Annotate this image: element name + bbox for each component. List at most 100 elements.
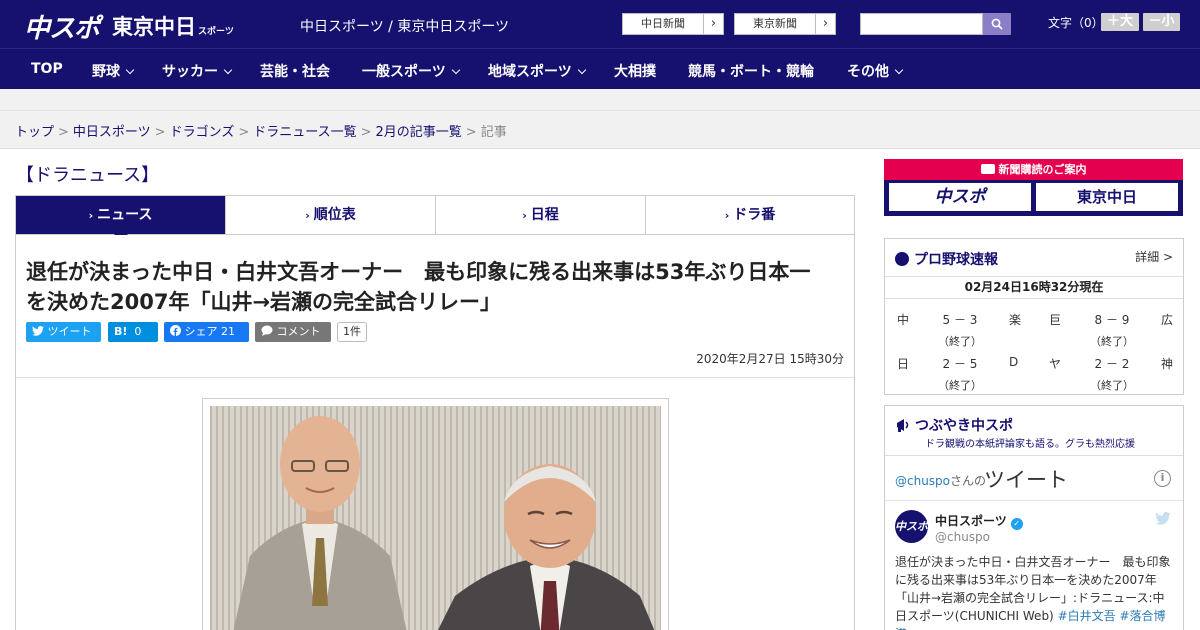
font-smaller-button[interactable]: －小 <box>1143 13 1180 31</box>
twitter-widget: つぶやき中スポ ドラ観戦の本紙評論家も語る。グラも熱烈応援 @chuspoさんの… <box>884 405 1184 630</box>
tab-label: 日程 <box>530 207 559 223</box>
chevron-down-icon <box>223 65 233 75</box>
subscribe-chuspo-logo[interactable]: 中スポ <box>889 183 1031 211</box>
nav-item-baseball[interactable]: 野球 <box>92 61 135 81</box>
breadcrumb-link[interactable]: 中日スポーツ <box>73 125 151 140</box>
chevron-right-icon: › <box>522 209 527 222</box>
baseball-scores-widget: プロ野球速報 詳細 > 02月24日16時32分現在 中 5 － 3 楽 （終了… <box>884 238 1184 395</box>
breadcrumb-separator: > <box>58 125 69 140</box>
game-score[interactable]: ヤ 2 － 2 神 （終了） <box>1037 355 1182 399</box>
baseball-detail-link[interactable]: 詳細 > <box>1135 248 1173 265</box>
breadcrumb-separator: > <box>360 125 372 140</box>
tokyo-shimbun-link[interactable]: 東京新聞 › <box>734 13 836 35</box>
breadcrumb-link[interactable]: トップ <box>15 125 54 140</box>
twitter-widget-title-text: つぶやき中スポ <box>915 418 1013 434</box>
site-title: 中日スポーツ / 東京中日スポーツ <box>300 19 510 35</box>
font-size-label: 文字（0） <box>1048 16 1104 30</box>
tweet-label: ツイート <box>47 325 92 338</box>
tweet-author-handle[interactable]: @chuspo <box>935 530 990 544</box>
nav-item-sumo[interactable]: 大相撲 <box>614 61 656 81</box>
tab-news[interactable]: › ニュース <box>16 196 226 241</box>
main-nav: TOP 野球 サッカー 芸能・社会 一般スポーツ 地域スポーツ 大相撲 競馬・ボ… <box>0 48 1200 89</box>
game-score[interactable]: 日 2 － 5 D （終了） <box>885 355 1030 399</box>
breadcrumb-separator: > <box>238 125 250 140</box>
comment-count-badge[interactable]: 1件 <box>337 322 367 342</box>
nav-item-soccer[interactable]: サッカー <box>162 61 233 81</box>
tokyo-chunichi-logo[interactable]: 東京中日 スポーツ <box>112 11 234 41</box>
article-photo[interactable] <box>210 406 661 630</box>
search-input[interactable] <box>860 13 983 35</box>
baseball-widget-title: プロ野球速報 <box>895 249 998 269</box>
megaphone-icon <box>897 419 909 432</box>
tab-reporter[interactable]: › ドラ番 <box>646 196 854 234</box>
comment-button[interactable]: コメント <box>255 322 331 342</box>
verified-badge-icon: ✓ <box>1010 518 1023 530</box>
facebook-share-button[interactable]: シェア 21 <box>164 322 249 342</box>
tab-schedule[interactable]: › 日程 <box>436 196 646 234</box>
article-date: 2020年2月27日 15時30分 <box>696 352 844 366</box>
facebook-icon <box>170 325 181 336</box>
breadcrumb-separator: > <box>465 125 477 140</box>
article-photo-frame <box>202 398 669 630</box>
hatena-bookmark-button[interactable]: B! 0 <box>108 322 158 342</box>
nav-item-entertainment[interactable]: 芸能・社会 <box>260 61 330 81</box>
tab-standings[interactable]: › 順位表 <box>226 196 436 234</box>
tab-label: 順位表 <box>313 207 356 223</box>
game-score[interactable]: 中 5 － 3 楽 （終了） <box>885 311 1030 355</box>
home-team: ヤ <box>1049 357 1062 371</box>
tab-label: ニュース <box>97 207 153 223</box>
tweet-author-name[interactable]: 中日スポーツ ✓ <box>935 512 1023 530</box>
home-team: 日 <box>897 357 910 371</box>
score: 2 － 5 <box>942 357 978 371</box>
nav-item-top[interactable]: TOP <box>31 61 63 77</box>
hashtag-link[interactable]: #白井文吾 <box>1058 609 1116 623</box>
font-bigger-button[interactable]: ＋大 <box>1101 13 1139 31</box>
chuspo-logo[interactable]: 中スポ <box>24 8 100 45</box>
game-score[interactable]: 巨 8 － 9 広 （終了） <box>1037 311 1182 355</box>
tab-label: ドラ番 <box>733 207 776 223</box>
breadcrumb-separator: > <box>154 125 166 140</box>
twitter-widget-title: つぶやき中スポ <box>895 415 1013 435</box>
divider <box>16 377 854 378</box>
breadcrumb-link[interactable]: ドラゴンズ <box>170 125 235 140</box>
breadcrumb-link[interactable]: 2月の記事一覧 <box>376 125 462 140</box>
breadcrumb-current: 記事 <box>480 125 507 140</box>
twitter-user-link[interactable]: @chuspoさんの <box>895 472 986 489</box>
nav-label: 競馬・ボート・競輪 <box>688 64 814 80</box>
nav-item-racing[interactable]: 競馬・ボート・競輪 <box>688 61 814 81</box>
subscription-header: 新聞購読のご案内 <box>884 159 1183 180</box>
tweet-author-name-text: 中日スポーツ <box>935 514 1007 528</box>
tweet-button[interactable]: ツイート <box>26 322 101 342</box>
comment-label: コメント <box>276 325 321 338</box>
tweet-text: 退任が決まった中日・白井文吾オーナー 最も印象に残る出来事は53年ぶり日本一を決… <box>895 553 1175 630</box>
chevron-down-icon <box>125 65 135 75</box>
ad-band <box>0 89 1200 111</box>
search-button[interactable] <box>983 13 1011 35</box>
score: 5 － 3 <box>942 313 978 327</box>
search-icon <box>991 18 1003 30</box>
twitter-bird-icon[interactable] <box>1155 512 1171 525</box>
article-title: 退任が決まった中日・白井文吾オーナー 最も印象に残る出来事は53年ぶり日本一 を… <box>26 257 856 317</box>
breadcrumb-link[interactable]: ドラニュース一覧 <box>253 125 356 140</box>
nav-item-general-sports[interactable]: 一般スポーツ <box>362 61 460 81</box>
subscribe-tokyo-logo[interactable]: 東京中日 <box>1036 183 1178 211</box>
game-status: （終了） <box>1090 335 1134 348</box>
baseball-title-text: プロ野球速報 <box>914 252 998 268</box>
subscription-banner[interactable]: 新聞購読のご案内 中スポ 東京中日 <box>884 159 1183 216</box>
tweets-label: ツイート <box>984 468 1068 492</box>
away-team: D <box>1009 355 1019 369</box>
away-team: 広 <box>1161 313 1174 327</box>
avatar[interactable]: 中スポ <box>895 510 928 543</box>
nav-item-other[interactable]: その他 <box>847 61 904 81</box>
chunichi-shimbun-label: 中日新聞 <box>641 17 685 30</box>
twitter-widget-subtitle: ドラ観戦の本紙評論家も語る。グラも熱烈応援 <box>925 439 1135 450</box>
chunichi-shimbun-link[interactable]: 中日新聞 › <box>622 13 724 35</box>
hatena-count: 0 <box>134 325 142 338</box>
nav-label: TOP <box>31 61 63 77</box>
subscription-header-text: 新聞購読のご案内 <box>998 163 1087 176</box>
chevron-right-icon: › <box>305 209 310 222</box>
home-team: 巨 <box>1049 313 1062 327</box>
chevron-right-icon: › <box>815 14 835 34</box>
info-icon[interactable]: i <box>1154 470 1171 487</box>
nav-item-local-sports[interactable]: 地域スポーツ <box>488 61 586 81</box>
